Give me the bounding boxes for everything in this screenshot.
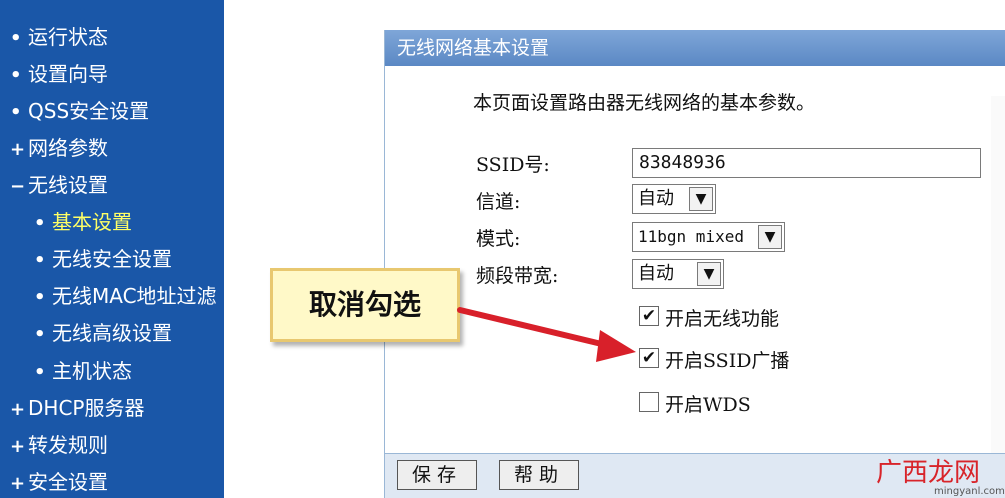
bullet-icon: • — [10, 65, 22, 86]
bullet-icon: • — [34, 287, 46, 308]
bullet-icon: • — [34, 250, 46, 271]
channel-value: 自动 — [638, 188, 674, 209]
channel-label: 信道: — [476, 191, 521, 213]
wireless-basic-settings-panel: 无线网络基本设置 本页面设置路由器无线网络的基本参数。 SSID号: 83848… — [384, 30, 1005, 498]
watermark-logo: 广西龙网 mingyanl.com — [876, 452, 1005, 497]
wireless-enable-checkbox[interactable]: ✔ — [639, 306, 659, 326]
panel-description: 本页面设置路由器无线网络的基本参数。 — [473, 92, 816, 114]
sidebar-menu: • 运行状态 • 设置向导 • QSS安全设置 + 网络参数 − 无线设置 • 基本设置 •… — [0, 0, 224, 498]
panel-title: 无线网络基本设置 — [385, 30, 1005, 66]
mode-select[interactable]: 11bgn mixed ▼ — [632, 222, 785, 252]
ssid-label: SSID号: — [476, 154, 550, 176]
collapse-icon: − — [10, 176, 26, 197]
expand-icon: + — [10, 399, 26, 420]
sidebar-item-forwarding[interactable]: + 转发规则 — [10, 430, 108, 460]
chevron-down-icon[interactable]: ▼ — [697, 262, 721, 286]
bullet-icon: • — [34, 324, 46, 345]
bandwidth-label: 频段带宽: — [476, 265, 559, 287]
sidebar-item-status[interactable]: • 运行状态 — [10, 22, 108, 52]
save-button[interactable]: 保存 — [397, 460, 477, 490]
wireless-enable-label: 开启无线功能 — [665, 308, 780, 330]
sidebar-item-network[interactable]: + 网络参数 — [10, 133, 108, 163]
sidebar-item-dhcp[interactable]: + DHCP服务器 — [10, 393, 144, 423]
annotation-arrow-icon — [457, 307, 636, 362]
sidebar-item-mac-filter[interactable]: • 无线MAC地址过滤 — [34, 281, 217, 311]
wds-enable-label: 开启WDS — [665, 394, 751, 416]
bullet-icon: • — [34, 362, 46, 383]
watermark-text: 广西龙网 — [876, 458, 981, 488]
channel-select[interactable]: 自动 ▼ — [632, 184, 716, 214]
bandwidth-value: 自动 — [638, 263, 674, 284]
expand-icon: + — [10, 436, 26, 457]
sidebar-item-wireless-advanced[interactable]: • 无线高级设置 — [34, 318, 172, 348]
sidebar-item-wireless-security[interactable]: • 无线安全设置 — [34, 244, 172, 274]
bullet-icon: • — [34, 213, 46, 234]
mode-label: 模式: — [476, 228, 521, 250]
bandwidth-select[interactable]: 自动 ▼ — [632, 259, 724, 289]
watermark-url: mingyanl.com — [934, 486, 1005, 497]
sidebar-item-host-status[interactable]: • 主机状态 — [34, 356, 132, 386]
sidebar-item-wireless[interactable]: − 无线设置 — [10, 170, 108, 200]
sidebar-item-security[interactable]: + 安全设置 — [10, 467, 108, 497]
expand-icon: + — [10, 473, 26, 494]
bullet-icon: • — [10, 102, 22, 123]
help-button[interactable]: 帮助 — [499, 460, 579, 490]
annotation-callout: 取消勾选 — [270, 268, 460, 342]
sidebar-item-qss[interactable]: • QSS安全设置 — [10, 96, 149, 126]
ssid-input[interactable]: 83848936 — [632, 148, 981, 178]
mode-value: 11bgn mixed — [638, 227, 744, 246]
bullet-icon: • — [10, 28, 22, 49]
content-gap — [224, 0, 384, 498]
wds-enable-checkbox[interactable] — [639, 392, 659, 412]
expand-icon: + — [10, 139, 26, 160]
sidebar-item-setup-wizard[interactable]: • 设置向导 — [10, 59, 108, 89]
chevron-down-icon[interactable]: ▼ — [689, 187, 713, 211]
ssid-broadcast-checkbox[interactable]: ✔ — [639, 348, 659, 368]
chevron-down-icon[interactable]: ▼ — [758, 225, 782, 249]
scrollbar[interactable] — [991, 96, 1005, 456]
ssid-broadcast-label: 开启SSID广播 — [665, 350, 790, 372]
sidebar-item-basic-settings[interactable]: • 基本设置 — [34, 207, 132, 237]
